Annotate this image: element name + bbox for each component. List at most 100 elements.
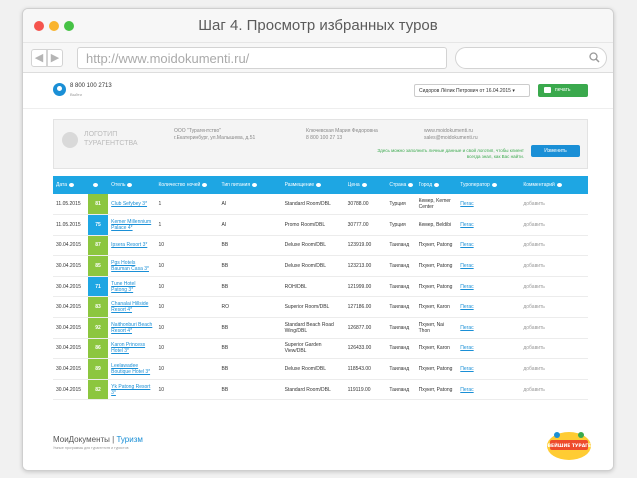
cell-hotel[interactable]: Club Sefybey 3* <box>108 194 156 216</box>
table-row[interactable]: 30.04.2015 87 Ipsera Resort 3* 10 BB Deluxe R… <box>53 235 588 257</box>
cell-comment[interactable]: добавить <box>520 255 588 277</box>
eye-icon[interactable] <box>361 182 367 187</box>
table-row[interactable]: 30.04.2015 92 Naithonburi Beach Resort 4* 1… <box>53 317 588 339</box>
hotel-link[interactable]: Club Sefybey 3* <box>111 201 147 207</box>
operator-link[interactable]: Пегас <box>460 304 473 310</box>
column-header-city[interactable]: Город <box>415 176 458 194</box>
column-header-rating[interactable] <box>87 176 109 194</box>
cell-price: 30777.00 <box>344 214 387 236</box>
operator-link[interactable]: Пегас <box>460 325 473 331</box>
hotel-link[interactable]: Yk Patong Resort 3* <box>111 384 150 396</box>
hotel-link[interactable]: Tune Hotel Patong 3* <box>111 281 135 293</box>
table-row[interactable]: 30.04.2015 82 Yk Patong Resort 3* 10 BB Stand… <box>53 379 588 401</box>
cell-op[interactable]: Пегас <box>457 379 521 401</box>
column-header-price[interactable]: Цена <box>344 176 387 194</box>
table-row[interactable]: 30.04.2015 86 Karon Princess Hotel 3* 10 BB S… <box>53 338 588 360</box>
hotel-link[interactable]: Leelawadee Boutique Hotel 3* <box>111 363 150 375</box>
print-button[interactable]: печать <box>538 84 588 97</box>
cell-comment[interactable]: добавить <box>520 194 588 216</box>
table-row[interactable]: 30.04.2015 71 Tune Hotel Patong 3* 10 BB ROH/… <box>53 276 588 298</box>
eye-icon[interactable] <box>92 182 98 187</box>
cell-op[interactable]: Пегас <box>457 317 521 339</box>
column-header-comment[interactable]: Комментарий <box>520 176 588 194</box>
cell-op[interactable]: Пегас <box>457 296 521 319</box>
hotel-link[interactable]: Karon Princess Hotel 3* <box>111 342 145 354</box>
cell-comment[interactable]: добавить <box>520 214 588 236</box>
table-row[interactable]: 30.04.2015 85 Pgs Hotels Bauman Casa 3* 10 B… <box>53 255 588 277</box>
hotel-link[interactable]: Chanalai Hillside Resort 4* <box>111 301 148 313</box>
cell-comment[interactable]: добавить <box>520 338 588 360</box>
url-field[interactable]: http://www.moidokumenti.ru/ <box>77 47 447 69</box>
table-row[interactable]: 11.05.2015 81 Club Sefybey 3* 1 AI Standard R… <box>53 194 588 216</box>
cell-hotel[interactable]: Ipsera Resort 3* <box>108 235 156 257</box>
column-header-country[interactable]: Страна <box>386 176 416 194</box>
cell-op[interactable]: Пегас <box>457 255 521 277</box>
cell-comment[interactable]: добавить <box>520 296 588 319</box>
cell-hotel[interactable]: Kemer Millennium Palace 4* <box>108 214 156 236</box>
eye-icon[interactable] <box>408 182 414 187</box>
cell-op[interactable]: Пегас <box>457 358 521 380</box>
operator-link[interactable]: Пегас <box>460 242 473 248</box>
change-agency-button[interactable]: Изменить <box>531 145 580 157</box>
column-header-hotel[interactable]: Отель <box>108 176 156 194</box>
operator-link[interactable]: Пегас <box>460 222 473 228</box>
cell-comment[interactable]: добавить <box>520 276 588 298</box>
cell-hotel[interactable]: Chanalai Hillside Resort 4* <box>108 296 156 319</box>
hotel-link[interactable]: Pgs Hotels Bauman Casa 3* <box>111 260 149 272</box>
cell-hotel[interactable]: Karon Princess Hotel 3* <box>108 338 156 360</box>
cell-hotel[interactable]: Leelawadee Boutique Hotel 3* <box>108 358 156 380</box>
cell-comment[interactable]: добавить <box>520 235 588 257</box>
agent-select[interactable]: Сидоров Лёлик Петрович от 16.04.2015 ▾ <box>414 84 530 97</box>
hotel-link[interactable]: Naithonburi Beach Resort 4* <box>111 322 152 334</box>
cell-op[interactable]: Пегас <box>457 214 521 236</box>
eye-icon[interactable] <box>316 182 322 187</box>
operator-link[interactable]: Пегас <box>460 263 473 269</box>
cell-hotel[interactable]: Tune Hotel Patong 3* <box>108 276 156 298</box>
operator-link[interactable]: Пегас <box>460 387 473 393</box>
eye-icon[interactable] <box>127 182 133 187</box>
agency-manager: Ключевская Мария Федоровна 8 800 100 27 … <box>306 128 378 142</box>
eye-icon[interactable] <box>434 182 440 187</box>
column-header-label: Размещение <box>284 182 315 188</box>
eye-icon[interactable] <box>202 182 208 187</box>
agency-company: ООО "Турагентство" г.Екатеринбург, ул.Ма… <box>174 128 255 142</box>
window-title: Шаг 4. Просмотр избранных туров <box>198 17 438 34</box>
table-row[interactable]: 30.04.2015 89 Leelawadee Boutique Hotel 3*… <box>53 358 588 380</box>
cell-hotel[interactable]: Pgs Hotels Bauman Casa 3* <box>108 255 156 277</box>
cell-price: 127186.00 <box>344 296 387 319</box>
column-header-room[interactable]: Размещение <box>281 176 345 194</box>
cell-op[interactable]: Пегас <box>457 276 521 298</box>
cell-op[interactable]: Пегас <box>457 194 521 216</box>
eye-icon[interactable] <box>252 182 258 187</box>
agent-select-value: Сидоров Лёлик Петрович от 16.04.2015 <box>419 88 511 94</box>
cell-hotel[interactable]: Yk Patong Resort 3* <box>108 379 156 401</box>
cell-room: Standard Beach Road Wing/DBL <box>281 317 345 339</box>
operator-link[interactable]: Пегас <box>460 366 473 372</box>
logout-link[interactable]: Выйти <box>70 92 82 97</box>
cell-comment[interactable]: добавить <box>520 317 588 339</box>
badge-circle-green <box>578 432 584 438</box>
column-header-food[interactable]: Тип питания <box>218 176 282 194</box>
operator-link[interactable]: Пегас <box>460 284 473 290</box>
back-button[interactable]: ◀ <box>31 49 47 67</box>
eye-icon[interactable] <box>556 182 562 187</box>
eye-icon[interactable] <box>491 182 497 187</box>
cell-op[interactable]: Пегас <box>457 235 521 257</box>
cell-hotel[interactable]: Naithonburi Beach Resort 4* <box>108 317 156 339</box>
column-header-date[interactable]: Дата <box>53 176 88 194</box>
cell-comment[interactable]: добавить <box>520 358 588 380</box>
cell-price: 126877.00 <box>344 317 387 339</box>
operator-link[interactable]: Пегас <box>460 201 473 207</box>
column-header-nights[interactable]: Количество ночей <box>155 176 219 194</box>
cell-comment[interactable]: добавить <box>520 379 588 401</box>
table-row[interactable]: 30.04.2015 83 Chanalai Hillside Resort 4* 1… <box>53 296 588 319</box>
table-row[interactable]: 11.05.2015 75 Kemer Millennium Palace 4* 1 A… <box>53 214 588 236</box>
operator-link[interactable]: Пегас <box>460 345 473 351</box>
eye-icon[interactable] <box>69 182 75 187</box>
hotel-link[interactable]: Kemer Millennium Palace 4* <box>111 219 151 231</box>
column-header-operator[interactable]: Туроператор <box>457 176 521 194</box>
cell-op[interactable]: Пегас <box>457 338 521 360</box>
browser-search-field[interactable] <box>455 47 607 69</box>
forward-button[interactable]: ▶ <box>47 49 63 67</box>
hotel-link[interactable]: Ipsera Resort 3* <box>111 242 147 248</box>
